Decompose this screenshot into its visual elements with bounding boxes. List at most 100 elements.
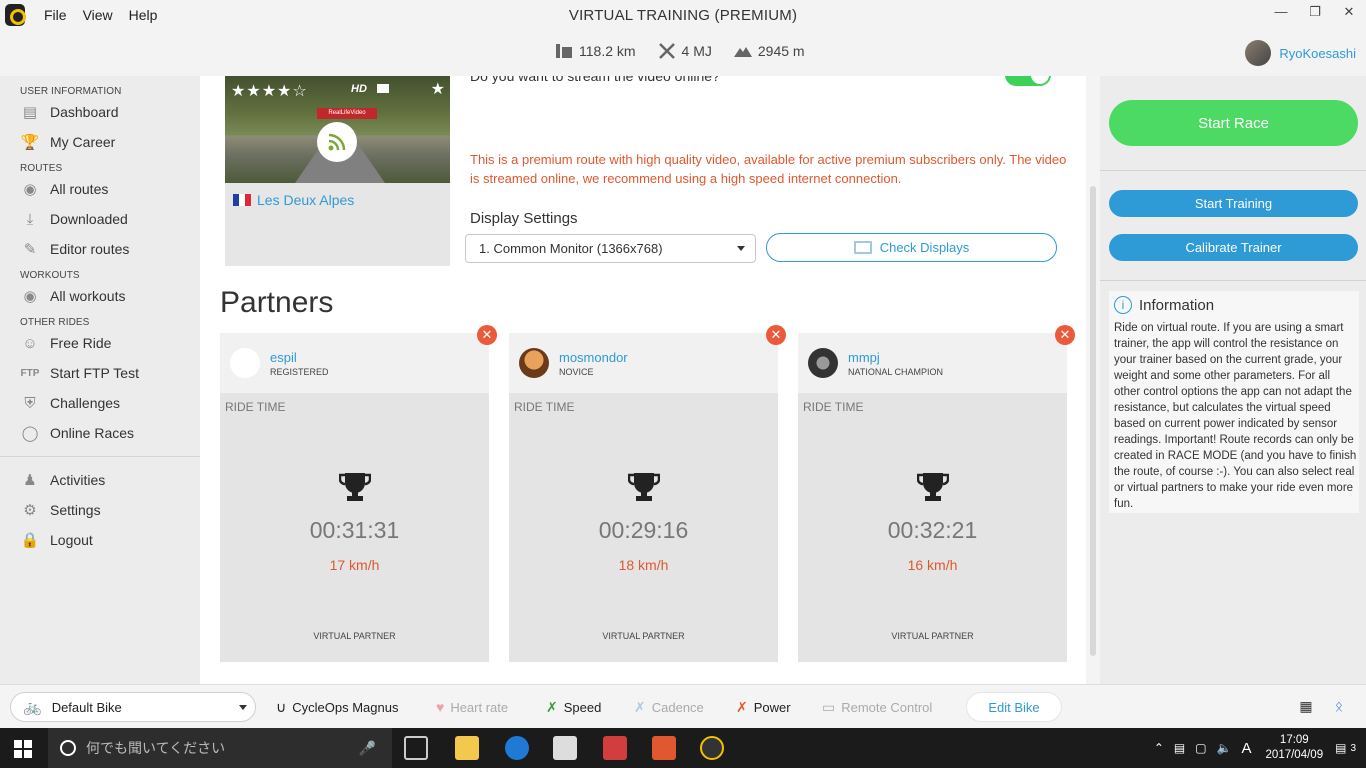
display-select[interactable]: 1. Common Monitor (1366x768): [465, 234, 756, 263]
partner-card[interactable]: espil REGISTERED ✕ RIDE TIME 00:31:31 17…: [220, 325, 497, 662]
virtual-partner-label: VIRTUAL PARTNER: [313, 631, 396, 641]
avatar: [519, 348, 549, 378]
sidebar-item-online-races[interactable]: ◯ Online Races: [0, 418, 200, 448]
close-icon[interactable]: ✕: [1332, 4, 1366, 20]
partner-name[interactable]: mmpj: [848, 350, 880, 365]
sidebar-item-editor-routes[interactable]: ✎ Editor routes: [0, 234, 200, 264]
sidebar-item-label: Logout: [50, 532, 93, 548]
lock-icon: 🔒: [20, 532, 40, 549]
sidebar-item-dashboard[interactable]: ▤ Dashboard: [0, 97, 200, 127]
avatar: [808, 348, 838, 378]
remote-control-sensor[interactable]: ▭ Remote Control: [822, 699, 932, 716]
notifications-icon[interactable]: ▤: [1335, 741, 1346, 755]
partner-card[interactable]: mosmondor NOVICE ✕ RIDE TIME 00:29:16 18…: [509, 325, 786, 662]
task-view-icon[interactable]: [404, 736, 428, 760]
partner-name[interactable]: espil: [270, 350, 297, 365]
stream-toggle[interactable]: [1005, 76, 1051, 86]
user-name[interactable]: RyoKoesashi: [1279, 46, 1356, 61]
eye-icon: ◉: [23, 181, 37, 198]
sidebar-item-logout[interactable]: 🔒 Logout: [0, 525, 200, 555]
sidebar-item-label: Downloaded: [50, 211, 128, 227]
window-title: VIRTUAL TRAINING (PREMIUM): [568, 7, 798, 24]
cadence-sensor[interactable]: ✗ Cadence: [634, 699, 704, 716]
stat-elevation: 2945 m: [733, 43, 805, 59]
bluetooth-icon[interactable]: ᛟ: [1330, 697, 1348, 715]
restore-icon[interactable]: ❐: [1298, 4, 1332, 20]
sidebar-item-challenges[interactable]: ⛨ Challenges: [0, 388, 200, 418]
microphone-icon[interactable]: 🎤: [359, 740, 376, 757]
network-icon[interactable]: ▤: [1174, 741, 1185, 755]
sidebar-item-all-routes[interactable]: ◉ All routes: [0, 174, 200, 204]
ride-time-label: RIDE TIME: [514, 400, 575, 414]
sidebar-item-settings[interactable]: ⚙ Settings: [0, 495, 200, 525]
speed-sensor-icon: ✗: [546, 699, 558, 715]
bike-select[interactable]: 🚲 Default Bike: [10, 692, 256, 722]
rouvy-app-icon[interactable]: [700, 736, 724, 760]
section-routes: ROUTES: [20, 163, 63, 174]
route-thumbnail[interactable]: ★★★★☆ HD ★ RealLifeVideo: [225, 76, 450, 183]
windows-taskbar: 何でも聞いてください 🎤 ⌃ ▤ ▢ 🔈 A 17:09 2017/04/09 …: [0, 728, 1366, 768]
dashboard-icon: ▤: [22, 104, 38, 121]
scrollbar-thumb[interactable]: [1090, 186, 1096, 656]
sidebar-item-free-ride[interactable]: ☺ Free Ride: [0, 328, 200, 358]
distance-value: 118.2 km: [579, 43, 636, 59]
ime-mode[interactable]: A: [1242, 740, 1252, 757]
check-displays-button[interactable]: Check Displays: [766, 233, 1057, 262]
sidebar-item-all-workouts[interactable]: ◉ All workouts: [0, 281, 200, 311]
clock[interactable]: 17:09 2017/04/09: [1266, 733, 1324, 763]
route-distance-icon: [556, 44, 572, 58]
file-explorer-icon[interactable]: [455, 736, 479, 760]
partner-name[interactable]: mosmondor: [559, 350, 628, 365]
sidebar-item-activities[interactable]: ♟ Activities: [0, 465, 200, 495]
volume-icon[interactable]: 🔈: [1217, 741, 1232, 755]
panel-divider: [1100, 280, 1366, 281]
remote-icon: ▭: [822, 699, 836, 715]
favorite-star-icon[interactable]: ★: [431, 79, 445, 99]
trophy-icon: [798, 471, 1067, 501]
route-stats: 118.2 km 4 MJ 2945 m: [555, 43, 805, 59]
screen-off-icon[interactable]: ▦: [1297, 697, 1315, 715]
ime-icon[interactable]: ▢: [1195, 741, 1206, 755]
power-sensor[interactable]: ✗ Power: [736, 699, 791, 716]
clock-date: 2017/04/09: [1265, 749, 1324, 761]
document-app-icon[interactable]: [652, 736, 676, 760]
france-flag-icon: [233, 194, 251, 206]
user-profile[interactable]: RyoKoesashi: [1245, 40, 1356, 66]
window-controls: — ❐ ✕: [1264, 4, 1366, 20]
speed-sensor[interactable]: ✗ Speed: [546, 699, 601, 716]
sidebar-item-downloaded[interactable]: ⤓ Downloaded: [0, 204, 200, 234]
remove-partner-icon[interactable]: ✕: [1055, 325, 1075, 345]
start-race-button[interactable]: Start Race: [1109, 100, 1358, 146]
remove-partner-icon[interactable]: ✕: [477, 325, 497, 345]
trainer-sensor[interactable]: ∪ CycleOps Magnus: [276, 699, 398, 716]
stream-question: Do you want to stream the video online?: [470, 76, 720, 84]
download-icon: ⤓: [26, 210, 34, 228]
start-training-button[interactable]: Start Training: [1109, 190, 1358, 217]
heart-rate-sensor[interactable]: ♥ Heart rate: [436, 699, 508, 715]
speed-label: Speed: [563, 700, 602, 715]
ftp-icon: FTP: [20, 367, 40, 379]
main-scrollbar[interactable]: [1086, 76, 1100, 684]
avatar: [230, 348, 260, 378]
cadence-icon: ✗: [634, 699, 646, 715]
route-name[interactable]: Les Deux Alpes: [233, 192, 354, 208]
chevron-up-icon[interactable]: ⌃: [1154, 741, 1164, 755]
trophy-icon: [509, 471, 778, 501]
route-name-label[interactable]: Les Deux Alpes: [257, 192, 354, 208]
windows-start-icon[interactable]: [14, 740, 32, 758]
section-other-rides: OTHER RIDES: [20, 317, 90, 328]
route-card[interactable]: ★★★★☆ HD ★ RealLifeVideo Les Deux Alpes: [225, 76, 450, 266]
edge-browser-icon[interactable]: [505, 736, 529, 760]
minimize-icon[interactable]: —: [1264, 4, 1298, 20]
sidebar-item-start-ftp-test[interactable]: FTP Start FTP Test: [0, 358, 200, 388]
avatar[interactable]: [1245, 40, 1272, 66]
remove-partner-icon[interactable]: ✕: [766, 325, 786, 345]
power-label: Power: [753, 700, 791, 715]
partner-card[interactable]: mmpj NATIONAL CHAMPION ✕ RIDE TIME 00:32…: [798, 325, 1075, 662]
cortana-search[interactable]: 何でも聞いてください 🎤: [48, 728, 392, 768]
calibrate-trainer-button[interactable]: Calibrate Trainer: [1109, 234, 1358, 261]
book-app-icon[interactable]: [603, 736, 627, 760]
edit-bike-button[interactable]: Edit Bike: [966, 692, 1062, 722]
store-icon[interactable]: [553, 736, 577, 760]
sidebar-item-my-career[interactable]: 🏆 My Career: [0, 127, 200, 157]
